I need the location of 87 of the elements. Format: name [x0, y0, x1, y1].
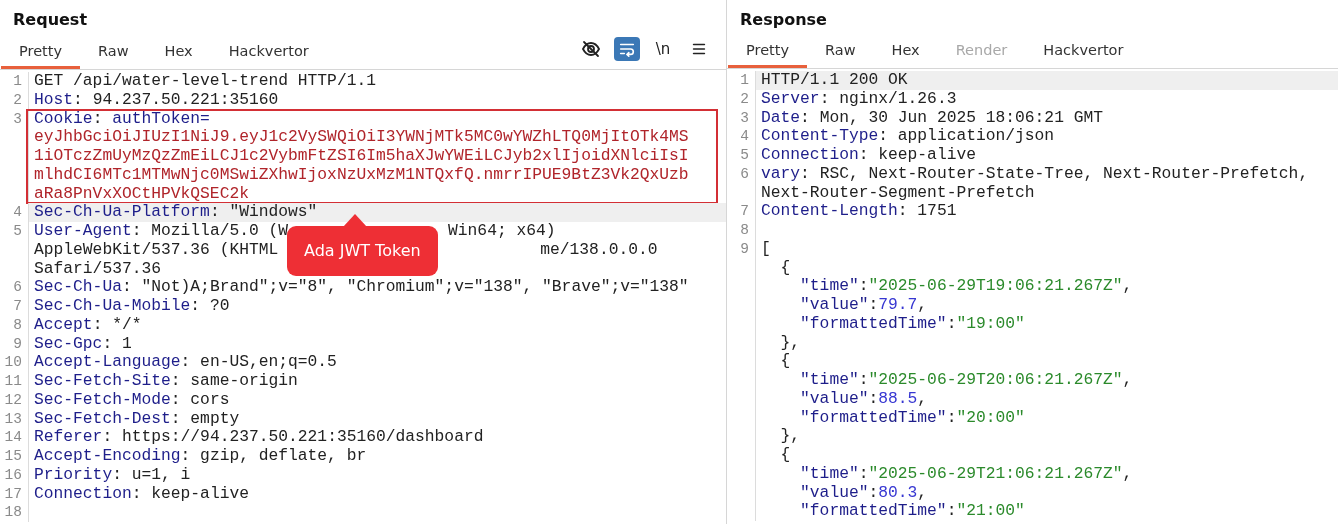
- code-line: 1iOTczZmUyMzQzZmEiLCJ1c2VybmFtZSI6Im5haXJwYWEiLCJyb2xlIjoidXNlciIsI: [33, 147, 690, 166]
- line-number: 9: [740, 240, 749, 257]
- code-line: Cookie: authToken=: [33, 109, 211, 129]
- code-line: Sec-Fetch-Site: same-origin: [33, 372, 299, 391]
- code-line: Sec-Fetch-Dest: empty: [33, 409, 241, 429]
- code-line: Referer: https://94.237.50.221:35160/dashboard: [33, 428, 485, 447]
- line-number: 12: [4, 391, 22, 408]
- code-line: "time":"2025-06-29T21:06:21.267Z",: [799, 464, 1134, 484]
- line-number: 18: [4, 504, 22, 521]
- code-line: "time":"2025-06-29T20:06:21.267Z",: [799, 371, 1134, 390]
- tab[interactable]: Raw: [80, 38, 147, 69]
- code-line: Content-Type: application/json: [760, 127, 1056, 146]
- code-line: Sec-Gpc: 1: [33, 334, 133, 354]
- tab[interactable]: Hex: [146, 38, 211, 69]
- code-line: Accept-Language: en-US,en;q=0.5: [33, 353, 338, 372]
- line-number: 13: [4, 410, 22, 427]
- line-number: 14: [4, 429, 22, 446]
- wrap-icon[interactable]: [614, 37, 640, 61]
- line-number: 10: [4, 354, 22, 371]
- code-line: },: [779, 427, 802, 446]
- line-number: 9: [13, 335, 22, 352]
- line-number: 6: [13, 279, 22, 296]
- panel-title: Response: [739, 9, 828, 31]
- code-line: aRa8PnVxXOCtHPVkQSEC2k: [33, 184, 250, 204]
- line-number: 1: [740, 72, 749, 88]
- code-line: "formattedTime":"19:00": [799, 314, 1026, 334]
- code-line: {: [779, 258, 792, 278]
- tab[interactable]: Hex: [873, 37, 938, 68]
- code-line: Priority: u=1, i: [33, 465, 192, 485]
- line-number: 8: [740, 222, 749, 238]
- tab[interactable]: Hackvertor: [210, 38, 327, 69]
- code-line: {: [779, 352, 792, 371]
- code-line: Sec-Fetch-Mode: cors: [33, 390, 231, 410]
- code-line: GET /api/water-level-trend HTTP/1.1: [33, 72, 377, 91]
- code-line: "value":88.5,: [799, 389, 929, 409]
- code-line: vary: RSC, Next-Router-State-Tree, Next-Router-Prefetch,: [760, 164, 1310, 184]
- panel-title: Request: [12, 9, 89, 31]
- code-line: "time":"2025-06-29T19:06:21.267Z",: [799, 277, 1134, 296]
- tab[interactable]: Pretty: [728, 37, 807, 68]
- line-number: 7: [13, 298, 22, 314]
- code-line: "formattedTime":"21:00": [799, 502, 1026, 521]
- code-line: AppleWebKit/537.36 (KHTML: [34, 240, 279, 260]
- line-number: 5: [13, 223, 22, 239]
- line-number: 3: [740, 109, 749, 126]
- code-line: Sec-Ch-Ua: "Not)A;Brand";v="8", "Chromium";v="138", "Brave";v="138": [33, 278, 690, 297]
- code-line: {: [779, 446, 792, 465]
- code-line: Next-Router-Segment-Prefetch: [760, 183, 1036, 203]
- newline-button[interactable]: \n: [650, 37, 676, 61]
- line-number: 4: [740, 128, 749, 145]
- line-number: 7: [740, 203, 749, 220]
- code-line: Connection: keep-alive: [33, 484, 250, 504]
- code-line: Accept: */*: [33, 315, 143, 335]
- line-number: 2: [13, 91, 22, 108]
- code-line: Connection: keep-alive: [760, 146, 977, 165]
- tab[interactable]: Pretty: [1, 38, 80, 69]
- line-number: 1: [13, 73, 22, 89]
- callout: Ada JWT Token: [287, 226, 438, 276]
- code-line: me/138.0.0.0: [540, 240, 658, 260]
- callout-pointer: [343, 214, 367, 227]
- line-number: 6: [740, 165, 749, 182]
- line-number: 16: [4, 466, 22, 483]
- code-line: "value":79.7,: [799, 296, 929, 315]
- code-line: },: [779, 333, 802, 353]
- code-line: Sec-Ch-Ua-Mobile: ?0: [33, 297, 231, 316]
- tab[interactable]: Hackvertor: [1025, 37, 1142, 68]
- code-line: Safari/537.36: [33, 259, 162, 279]
- line-number: 15: [4, 448, 22, 464]
- code-line: Date: Mon, 30 Jun 2025 18:06:21 GMT: [760, 108, 1104, 128]
- code-line: Server: nginx/1.26.3: [760, 89, 958, 109]
- code-line: mlhdCI6MTc1MTMwNjc0MSwiZXhwIjoxNzUxMzM1NTQxfQ.nmrrIPUE9BtZ3Vk2QxUzb: [33, 165, 690, 185]
- code-line: [: [760, 239, 772, 259]
- code-line: Content-Length: 1751: [760, 202, 958, 221]
- line-number: 8: [13, 316, 22, 333]
- code-line: eyJhbGciOiJIUzI1NiJ9.eyJ1c2VySWQiOiI3YWNjMTk5MC0wYWZhLTQ0MjItOTk4MS: [33, 128, 690, 147]
- code-line: Win64; x64): [448, 222, 556, 241]
- code-line: "formattedTime":"20:00": [799, 408, 1026, 428]
- code-line: Accept-Encoding: gzip, deflate, br: [33, 447, 368, 466]
- line-number: 2: [740, 90, 749, 107]
- line-number: 3: [13, 110, 22, 127]
- code-line: Host: 94.237.50.221:35160: [33, 90, 280, 110]
- line-number: 11: [4, 373, 22, 389]
- line-number: 5: [740, 147, 749, 163]
- code-line: User-Agent: Mozilla/5.0 (W: [34, 222, 289, 241]
- line-number: 4: [13, 204, 22, 221]
- tab[interactable]: Raw: [807, 37, 874, 68]
- code-line: "value":80.3,: [799, 483, 929, 503]
- line-number: 17: [4, 485, 22, 502]
